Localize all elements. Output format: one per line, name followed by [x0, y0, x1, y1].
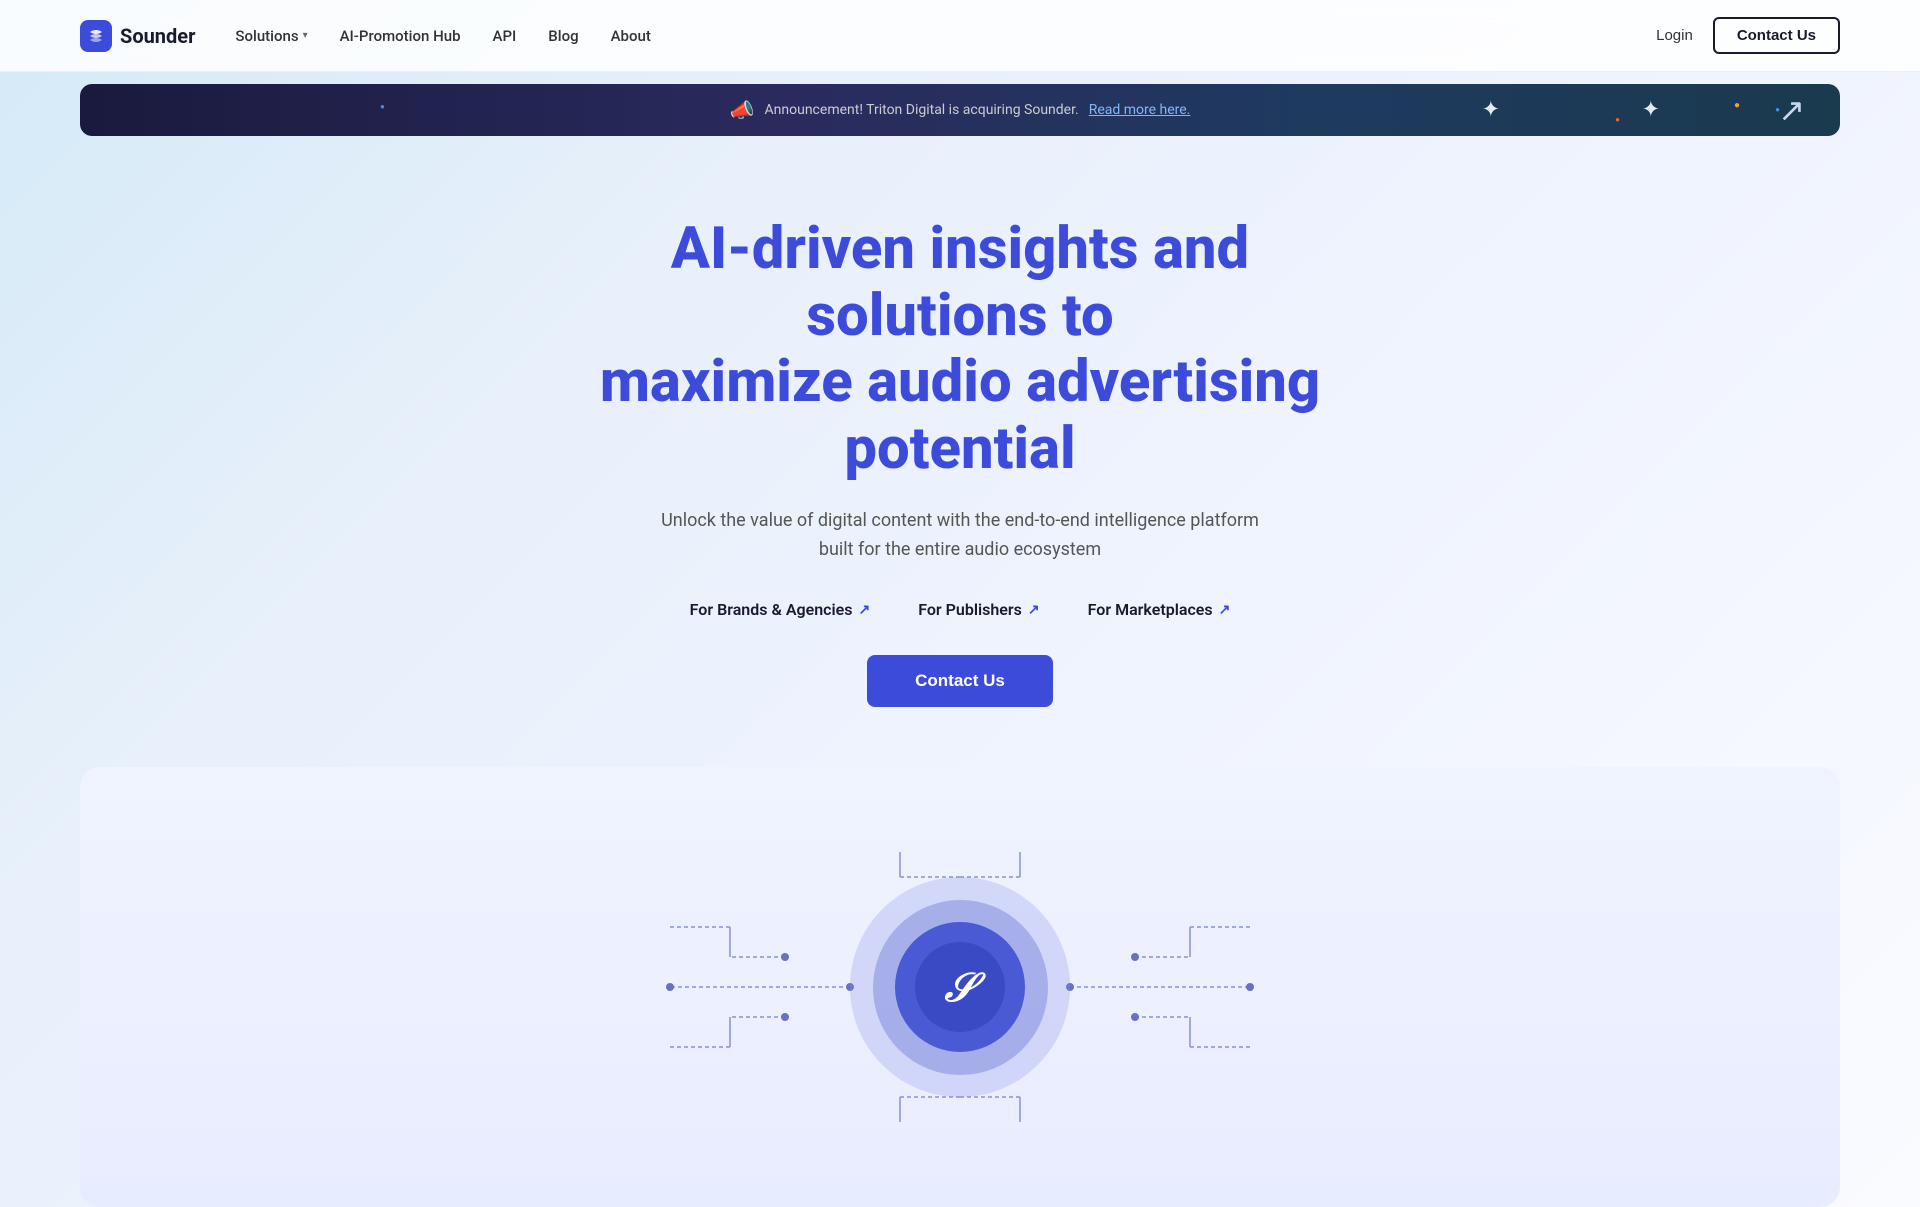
- announcement-banner: 📣 Announcement! Triton Digital is acquir…: [80, 84, 1840, 136]
- hero-subtitle: Unlock the value of digital content with…: [550, 507, 1370, 565]
- nav-links: Solutions ▾ AI-Promotion Hub API Blog Ab…: [235, 27, 650, 45]
- banner-text: Announcement! Triton Digital is acquirin…: [765, 102, 1079, 118]
- sounder-s-letter: 𝒮: [945, 964, 976, 1011]
- logo-center-icon: 𝒮: [915, 942, 1005, 1032]
- logo-mid-circle: 𝒮: [873, 900, 1048, 1075]
- hero-section: AI-driven insights and solutions to maxi…: [510, 136, 1410, 747]
- banner-cursor: ↗: [1778, 91, 1805, 129]
- hero-link-marketplaces[interactable]: For Marketplaces ↗: [1088, 600, 1231, 619]
- nav-item-blog[interactable]: Blog: [548, 27, 578, 45]
- marketplaces-arrow-icon: ↗: [1219, 602, 1231, 618]
- brands-arrow-icon: ↗: [858, 602, 870, 618]
- nav-item-solutions[interactable]: Solutions ▾: [235, 27, 307, 45]
- hero-links: For Brands & Agencies ↗ For Publishers ↗…: [550, 600, 1370, 619]
- banner-dot-blue-1: ●: [380, 102, 385, 111]
- contact-us-hero-button[interactable]: Contact Us: [867, 655, 1053, 707]
- banner-read-more-link[interactable]: Read more here.: [1089, 102, 1191, 118]
- navbar-right: Login Contact Us: [1656, 17, 1840, 54]
- banner-dot-red: ●: [1615, 115, 1620, 124]
- logo-icon: [80, 20, 112, 52]
- hero-link-publishers[interactable]: For Publishers ↗: [918, 600, 1039, 619]
- diagram-section: 𝒮: [80, 767, 1840, 1207]
- nav-item-api[interactable]: API: [493, 27, 517, 45]
- contact-us-nav-button[interactable]: Contact Us: [1713, 17, 1840, 54]
- hero-link-brands[interactable]: For Brands & Agencies ↗: [690, 600, 871, 619]
- banner-dot-yellow: ●: [1734, 100, 1740, 111]
- logo-link[interactable]: Sounder: [80, 20, 195, 52]
- hero-title: AI-driven insights and solutions to maxi…: [550, 216, 1370, 483]
- dropdown-arrow-solutions: ▾: [303, 30, 308, 41]
- logo-text: Sounder: [120, 24, 195, 48]
- logo-inner-circle: 𝒮: [895, 922, 1025, 1052]
- navbar: Sounder Solutions ▾ AI-Promotion Hub API…: [0, 0, 1920, 72]
- banner-diamond-2: ✦: [1642, 98, 1660, 123]
- nav-item-ai-promotion[interactable]: AI-Promotion Hub: [340, 27, 461, 45]
- nav-item-about[interactable]: About: [611, 27, 651, 45]
- logo-outer-circle: 𝒮: [850, 877, 1070, 1097]
- publishers-arrow-icon: ↗: [1028, 602, 1040, 618]
- login-button[interactable]: Login: [1656, 27, 1693, 44]
- diagram-container: 𝒮: [610, 827, 1310, 1147]
- navbar-left: Sounder Solutions ▾ AI-Promotion Hub API…: [80, 20, 651, 52]
- banner-diamond-1: ✦: [1482, 98, 1500, 123]
- banner-emoji: 📣: [730, 98, 755, 122]
